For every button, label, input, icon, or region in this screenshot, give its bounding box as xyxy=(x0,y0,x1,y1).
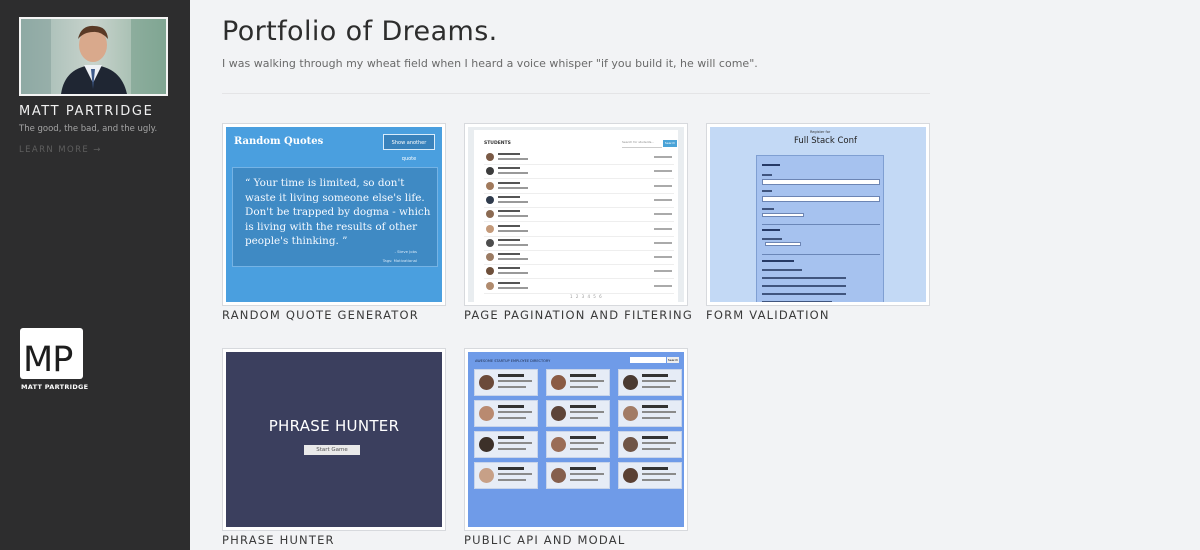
sidebar: MATT PARTRIDGE The good, the bad, and th… xyxy=(0,0,190,550)
project-thumbnail[interactable]: AWESOME STARTUP EMPLOYEE DIRECTORY Searc… xyxy=(464,348,688,531)
thumb-search xyxy=(630,357,666,363)
employee-card xyxy=(474,462,538,489)
project-label[interactable]: FORM VALIDATION xyxy=(706,308,946,322)
employee-card xyxy=(546,431,610,458)
list-item xyxy=(484,150,674,165)
avatar xyxy=(19,17,168,96)
thumb-heading: STUDENTS xyxy=(484,141,511,146)
students-list: STUDENTS Search for students... Search 1… xyxy=(474,130,678,302)
thumb-title: PHRASE HUNTER xyxy=(268,417,400,435)
employee-card xyxy=(546,400,610,427)
learn-more-link[interactable]: LEARN MORE → xyxy=(19,145,102,155)
thumb-small-text: Register for xyxy=(810,130,831,134)
quote-text: “ Your time is limited, so don't waste i… xyxy=(245,177,431,247)
list-item xyxy=(484,179,674,194)
thumb-title: Full Stack Conf xyxy=(794,136,857,146)
list-item xyxy=(484,222,674,237)
thumb-heading: AWESOME STARTUP EMPLOYEE DIRECTORY xyxy=(475,359,551,363)
quote-author: - Steve Jobs Tags: Motivational xyxy=(383,247,417,265)
thumb-quote-button: Show another quote xyxy=(383,134,435,162)
sidebar-tagline: The good, the bad, and the ugly. xyxy=(19,124,158,134)
quote-box: “ Your time is limited, so don't waste i… xyxy=(232,167,438,267)
list-item xyxy=(484,236,674,251)
page-title: Portfolio of Dreams. xyxy=(222,16,498,47)
list-item xyxy=(484,207,674,223)
quote-tag: Tags: Motivational xyxy=(382,258,417,263)
pagination-links: 1 2 3 4 5 6 xyxy=(570,294,603,299)
employee-card xyxy=(618,431,682,458)
employee-card xyxy=(474,369,538,396)
project-label[interactable]: PHRASE HUNTER xyxy=(222,533,462,547)
employee-card xyxy=(474,431,538,458)
header-divider xyxy=(222,93,930,94)
thumb-search: Search for students... xyxy=(622,140,662,148)
list-item xyxy=(484,264,674,280)
project-label[interactable]: PAGE PAGINATION AND FILTERING xyxy=(464,308,704,322)
project-thumbnail[interactable]: Random Quotes Show another quote “ Your … xyxy=(222,123,446,306)
logo-letters: MP xyxy=(23,340,73,379)
list-item xyxy=(484,164,674,180)
employee-card xyxy=(618,400,682,427)
thumb-title: Random Quotes xyxy=(234,136,324,147)
project-thumbnail[interactable]: PHRASE HUNTER Start Game xyxy=(222,348,446,531)
thumb-search-button: Search xyxy=(663,140,677,147)
project-thumbnail[interactable]: STUDENTS Search for students... Search 1… xyxy=(464,123,688,306)
page-subtitle: I was walking through my wheat field whe… xyxy=(222,57,758,70)
list-item xyxy=(484,193,674,208)
logo-caption: MATT PARTRIDGE xyxy=(21,383,89,391)
project-label[interactable]: PUBLIC API AND MODAL xyxy=(464,533,704,547)
thumb-start-button: Start Game xyxy=(304,445,360,455)
quote-author-name: - Steve Jobs xyxy=(394,249,417,254)
project-label[interactable]: RANDOM QUOTE GENERATOR xyxy=(222,308,462,322)
list-item xyxy=(484,250,674,266)
project-thumbnail[interactable]: Register for Full Stack Conf xyxy=(706,123,930,306)
logo[interactable]: MP xyxy=(20,328,83,379)
sidebar-name: MATT PARTRIDGE xyxy=(19,104,154,119)
employee-card xyxy=(474,400,538,427)
employee-card xyxy=(618,369,682,396)
profile-photo xyxy=(21,19,166,94)
employee-card xyxy=(546,369,610,396)
form-preview xyxy=(756,155,884,302)
employee-card xyxy=(546,462,610,489)
thumb-search-button: Search xyxy=(667,357,679,363)
list-item xyxy=(484,279,674,294)
employee-card xyxy=(618,462,682,489)
